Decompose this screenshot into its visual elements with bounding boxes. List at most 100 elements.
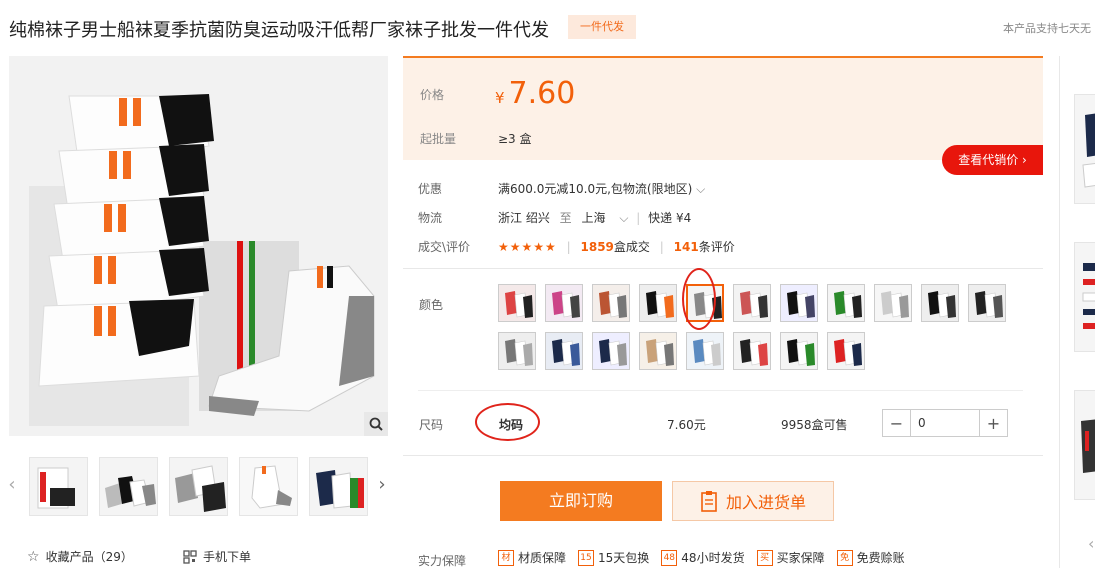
buy-now-button[interactable]: 立即订购 bbox=[500, 481, 662, 521]
divider bbox=[403, 268, 1043, 269]
review-unit: 条评价 bbox=[698, 240, 735, 254]
guarantee-badge-icon: 48 bbox=[661, 549, 678, 566]
guarantee-badge-icon: 材 bbox=[498, 549, 514, 566]
guarantee-label-text: 15天包换 bbox=[598, 551, 650, 565]
review-count[interactable]: 141 bbox=[674, 240, 699, 254]
size-stock: 9958盒可售 bbox=[781, 418, 848, 432]
destination-text: 上海 bbox=[581, 211, 606, 225]
quantity-stepper: − + bbox=[882, 409, 1008, 437]
favorite-label: 收藏产品（29） bbox=[45, 550, 133, 564]
color-swatch[interactable] bbox=[639, 284, 677, 322]
color-swatch[interactable] bbox=[733, 332, 771, 370]
color-swatch[interactable] bbox=[545, 332, 583, 370]
quantity-plus-button[interactable]: + bbox=[980, 410, 1007, 436]
annotation-circle-color bbox=[682, 268, 716, 330]
logistics-to-word: 至 bbox=[559, 211, 572, 225]
favorite-product[interactable]: ☆ 收藏产品（29） bbox=[27, 548, 133, 565]
guarantee-badge-icon: 15 bbox=[578, 549, 595, 566]
rating-stars: ★★★★★ bbox=[498, 240, 557, 254]
color-swatch[interactable] bbox=[592, 332, 630, 370]
logistics-from: 浙江 绍兴 bbox=[498, 211, 550, 225]
color-swatch[interactable] bbox=[686, 332, 724, 370]
guarantee-item[interactable]: 买买家保障 bbox=[756, 549, 825, 566]
mobile-order[interactable]: 手机下单 bbox=[183, 548, 251, 565]
color-swatch[interactable] bbox=[921, 284, 959, 322]
logistics-value: 浙江 绍兴 至 上海 ⌵ | 快递 ¥4 bbox=[498, 211, 692, 225]
star-outline-icon: ☆ bbox=[27, 548, 40, 565]
product-title: 纯棉袜子男士船袜夏季抗菌防臭运动吸汗低帮厂家袜子批发一件代发 bbox=[9, 20, 549, 41]
recommendation-column: ‹ bbox=[1059, 56, 1095, 568]
price-value: ¥7.60 bbox=[495, 76, 575, 111]
guarantee-label-text: 材质保障 bbox=[518, 551, 567, 565]
guarantee-list: 材材质保障 15 15天包换 48 48小时发货买买家保障免免费赊账 bbox=[498, 549, 905, 566]
logistics-label: 物流 bbox=[418, 211, 443, 225]
thumbnail-next-arrow[interactable]: › bbox=[376, 474, 388, 495]
deals-label: 成交\评价 bbox=[418, 240, 471, 254]
guarantee-item[interactable]: 15 15天包换 bbox=[578, 549, 649, 566]
recommendation-thumb[interactable] bbox=[1074, 390, 1095, 500]
color-swatch[interactable] bbox=[639, 332, 677, 370]
guarantee-label-text: 免费赊账 bbox=[856, 551, 905, 565]
quantity-input[interactable] bbox=[910, 410, 980, 436]
guarantee-badge-icon: 买 bbox=[756, 549, 773, 566]
zoom-button[interactable] bbox=[364, 412, 388, 436]
promo-row: 优惠 满600.0元减10.0元,包物流(限地区) ⌵ bbox=[418, 180, 705, 197]
express-fee: 快递 ¥4 bbox=[648, 211, 692, 225]
color-swatch[interactable] bbox=[968, 284, 1006, 322]
mobile-order-label: 手机下单 bbox=[203, 550, 252, 564]
price-amount: 7.60 bbox=[508, 76, 576, 111]
thumbnail-strip bbox=[29, 457, 368, 516]
guarantee-badge-icon: 免 bbox=[836, 549, 853, 566]
color-swatch[interactable] bbox=[545, 284, 583, 322]
add-to-purchase-list-button[interactable]: 加入进货单 bbox=[672, 481, 834, 521]
support-notice: 本产品支持七天无 bbox=[1003, 22, 1091, 35]
deals-count: 1859 bbox=[580, 240, 614, 254]
annotation-circle-size bbox=[475, 403, 540, 441]
promo-value[interactable]: 满600.0元减10.0元,包物流(限地区) ⌵ bbox=[498, 180, 705, 197]
thumbnail-3[interactable] bbox=[169, 457, 228, 516]
color-swatch[interactable] bbox=[827, 332, 865, 370]
color-swatch[interactable] bbox=[498, 332, 536, 370]
title-bar: 纯棉袜子男士船袜夏季抗菌防臭运动吸汗低帮厂家袜子批发一件代发 一件代发 本产品支… bbox=[0, 0, 1095, 56]
deals-unit: 盒成交 bbox=[613, 240, 650, 254]
color-swatch[interactable] bbox=[592, 284, 630, 322]
thumbnail-5[interactable] bbox=[309, 457, 368, 516]
color-swatch[interactable] bbox=[733, 284, 771, 322]
magnifier-icon bbox=[369, 417, 383, 431]
recommendation-thumb[interactable] bbox=[1074, 242, 1095, 352]
color-swatch[interactable] bbox=[780, 284, 818, 322]
dropship-badge: 一件代发 bbox=[568, 15, 636, 39]
qr-code-icon bbox=[183, 549, 197, 564]
guarantee-label: 实力保障 bbox=[418, 554, 467, 568]
chevron-down-icon: ⌵ bbox=[696, 182, 706, 196]
quantity-minus-button[interactable]: − bbox=[883, 410, 910, 436]
moq-value: ≥3 盒 bbox=[498, 132, 532, 146]
view-dropship-price-button[interactable]: 查看代销价 › bbox=[942, 145, 1043, 175]
recommendation-thumb[interactable] bbox=[1074, 94, 1095, 204]
deals-row: 成交\评价 ★★★★★ | 1859盒成交 | 141条评价 bbox=[418, 238, 735, 255]
thumbnail-prev-arrow[interactable]: ‹ bbox=[6, 474, 18, 495]
logistics-row: 物流 浙江 绍兴 至 上海 ⌵ | 快递 ¥4 bbox=[418, 209, 691, 226]
color-swatch[interactable] bbox=[874, 284, 912, 322]
guarantee-item[interactable]: 材材质保障 bbox=[498, 549, 566, 566]
size-price: 7.60元 bbox=[667, 418, 706, 432]
guarantee-item[interactable]: 48 48小时发货 bbox=[661, 549, 745, 566]
logistics-destination[interactable]: 上海 ⌵ bbox=[582, 211, 629, 225]
color-label: 颜色 bbox=[419, 298, 444, 312]
thumbnail-4[interactable] bbox=[239, 457, 298, 516]
price-label: 价格 bbox=[420, 88, 445, 102]
moq-label: 起批量 bbox=[420, 132, 457, 146]
color-swatch[interactable] bbox=[498, 284, 536, 322]
main-product-image[interactable] bbox=[9, 56, 388, 436]
thumbnail-1[interactable] bbox=[29, 457, 88, 516]
guarantee-item[interactable]: 免免费赊账 bbox=[836, 549, 905, 566]
divider bbox=[403, 455, 1043, 456]
color-swatch-grid bbox=[498, 284, 1008, 370]
clipboard-icon bbox=[701, 491, 717, 512]
thumbnail-2[interactable] bbox=[99, 457, 158, 516]
chevron-left-icon[interactable]: ‹ bbox=[1088, 534, 1094, 553]
price-panel: 价格 ¥7.60 起批量 ≥3 盒 bbox=[403, 56, 1043, 160]
color-swatch[interactable] bbox=[827, 284, 865, 322]
promo-text: 满600.0元减10.0元,包物流(限地区) bbox=[498, 182, 693, 196]
color-swatch[interactable] bbox=[780, 332, 818, 370]
